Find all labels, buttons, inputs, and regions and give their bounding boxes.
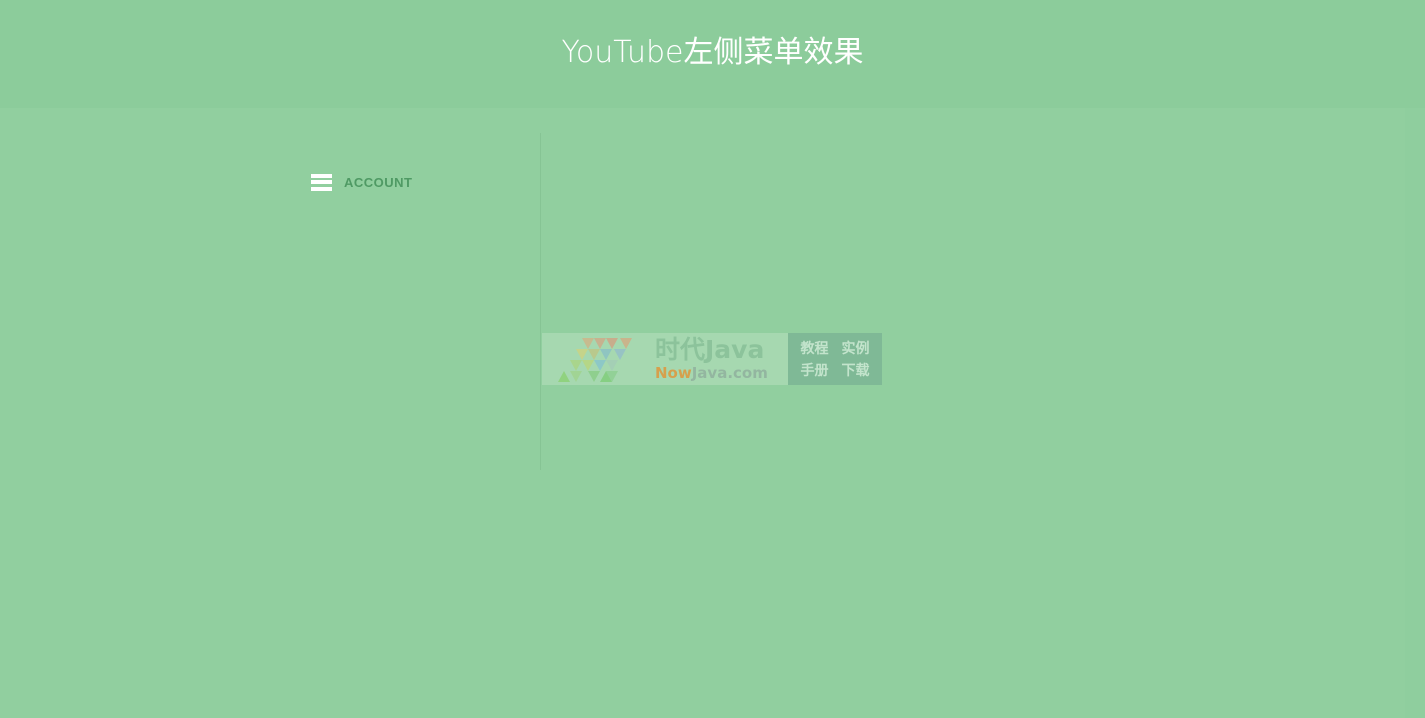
watermark-url[interactable]: NowJava.com [655, 364, 768, 382]
watermark-links-panel: 教程 实例 手册 下载 [788, 333, 882, 385]
watermark-link-download[interactable]: 下载 [842, 360, 870, 380]
page-title: YouTube左侧菜单效果 [561, 35, 864, 70]
watermark: 时代Java NowJava.com 教程 实例 手册 下载 [542, 333, 882, 385]
sidebar: ACCOUNT [0, 108, 540, 718]
hamburger-menu-icon[interactable] [311, 173, 332, 191]
triangle-logo-icon [558, 338, 632, 382]
watermark-brand-panel: 时代Java NowJava.com [542, 333, 788, 385]
watermark-link-tutorial[interactable]: 教程 [801, 338, 829, 358]
watermark-brand-name: 时代Java [655, 335, 765, 364]
sidebar-item-account[interactable]: ACCOUNT [311, 172, 413, 192]
sidebar-divider [540, 133, 541, 470]
sidebar-item-label: ACCOUNT [344, 174, 413, 190]
page-header: YouTube左侧菜单效果 [0, 0, 1425, 108]
watermark-link-manual[interactable]: 手册 [801, 360, 829, 380]
right-edge-strip [1405, 108, 1425, 718]
watermark-link-examples[interactable]: 实例 [842, 338, 870, 358]
